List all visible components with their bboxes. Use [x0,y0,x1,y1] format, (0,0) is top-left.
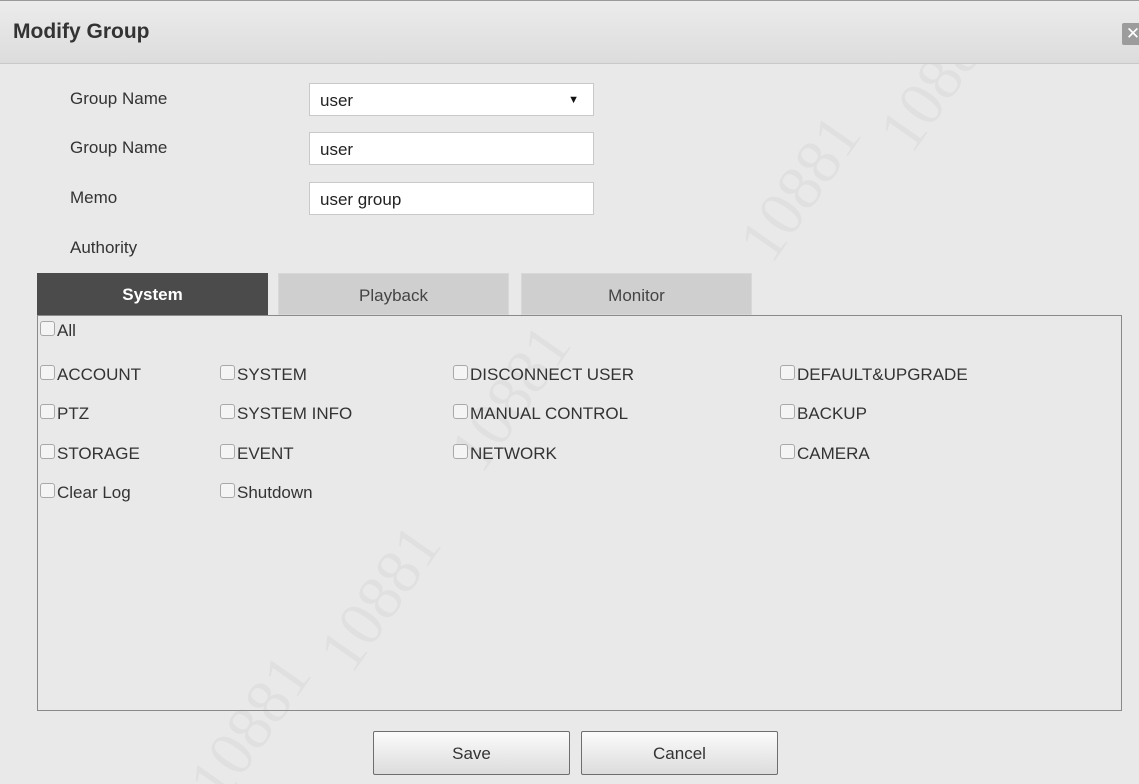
permission-network[interactable]: NETWORK [453,443,557,464]
checkbox-icon[interactable] [453,443,468,459]
permission-label: All [57,321,76,340]
permission-backup[interactable]: BACKUP [780,403,867,424]
checkbox-icon[interactable] [453,403,468,419]
permission-label: PTZ [57,404,90,423]
permission-label: DISCONNECT USER [470,365,635,384]
permission-shutdown[interactable]: Shutdown [220,482,313,503]
permission-label: NETWORK [470,444,557,463]
permission-label: EVENT [237,444,294,463]
group-name-select[interactable]: user ▼ [309,83,594,116]
permission-manual-control[interactable]: MANUAL CONTROL [453,403,629,424]
permission-storage[interactable]: STORAGE [40,443,140,464]
group-select-label: Group Name [70,89,168,108]
checkbox-icon[interactable] [453,364,468,380]
permission-label: ACCOUNT [57,365,142,384]
checkbox-icon[interactable] [780,403,795,419]
permission-default-upgrade[interactable]: DEFAULT&UPGRADE [780,364,968,385]
permission-label: SYSTEM [237,365,307,384]
permission-ptz[interactable]: PTZ [40,403,90,424]
checkbox-icon[interactable] [40,482,55,498]
group-select-value: user [320,91,354,110]
dialog-titlebar[interactable]: Modify Group ✕ [0,1,1139,64]
group-name-label: Group Name [70,138,168,157]
permission-all[interactable]: All [40,320,76,341]
checkbox-icon[interactable] [40,320,55,336]
dropdown-arrow-icon[interactable]: ▼ [568,84,579,117]
permission-label: DEFAULT&UPGRADE [797,365,968,384]
permission-clear-log[interactable]: Clear Log [40,482,131,503]
permission-label: Clear Log [57,483,131,502]
memo-label: Memo [70,188,118,207]
authority-label: Authority [70,238,138,257]
permission-account[interactable]: ACCOUNT [40,364,142,385]
memo-input[interactable]: user group [309,182,594,215]
permission-disconnect-user[interactable]: DISCONNECT USER [453,364,635,385]
save-button[interactable]: Save [373,731,570,775]
checkbox-icon[interactable] [780,443,795,459]
permission-label: CAMERA [797,444,870,463]
close-icon[interactable]: ✕ [1122,23,1139,45]
permission-event[interactable]: EVENT [220,443,294,464]
permission-label: Shutdown [237,483,313,502]
tab-playback[interactable]: Playback [278,273,509,315]
cancel-button[interactable]: Cancel [581,731,778,775]
checkbox-icon[interactable] [220,364,235,380]
permission-label: BACKUP [797,404,867,423]
checkbox-icon[interactable] [780,364,795,380]
checkbox-icon[interactable] [220,443,235,459]
modify-group-dialog: 10881 10881 10881 10881 10881 Modify Gro… [0,0,1139,784]
permission-system[interactable]: SYSTEM [220,364,307,385]
checkbox-icon[interactable] [220,482,235,498]
watermark-text: 10881 [724,101,876,275]
permission-label: SYSTEM INFO [237,404,353,423]
checkbox-icon[interactable] [40,364,55,380]
checkbox-icon[interactable] [40,403,55,419]
memo-value: user group [320,190,402,209]
dialog-title: Modify Group [13,20,150,43]
permission-camera[interactable]: CAMERA [780,443,870,464]
group-name-value: user [320,140,354,159]
group-name-input[interactable]: user [309,132,594,165]
checkbox-icon[interactable] [40,443,55,459]
permission-label: STORAGE [57,444,140,463]
tab-monitor[interactable]: Monitor [521,273,752,315]
permission-label: MANUAL CONTROL [470,404,629,423]
tab-system[interactable]: System [37,273,268,315]
permission-system-info[interactable]: SYSTEM INFO [220,403,353,424]
checkbox-icon[interactable] [220,403,235,419]
